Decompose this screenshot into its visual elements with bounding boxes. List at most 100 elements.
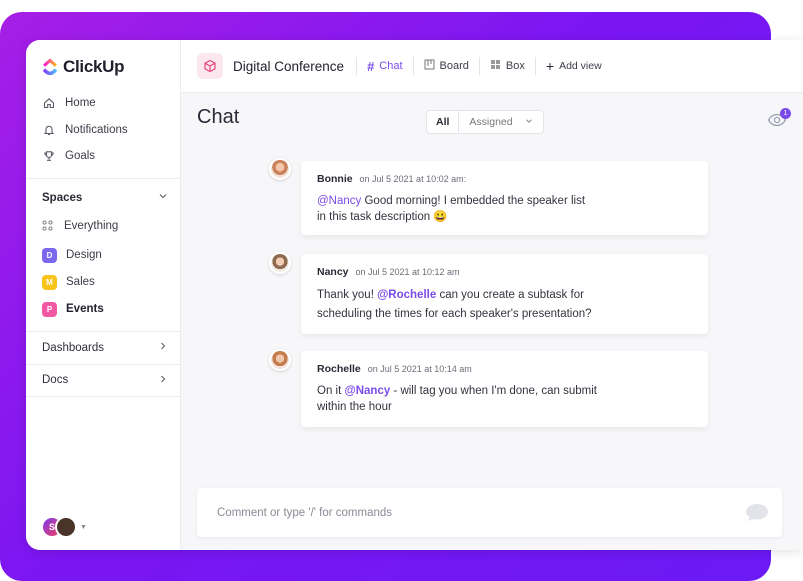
plus-icon: + <box>545 58 555 74</box>
chevron-right-icon <box>158 341 168 354</box>
sidebar-item-events[interactable]: P Events <box>26 296 180 323</box>
tab-label: Chat <box>379 60 403 72</box>
clickup-logo-icon <box>42 58 58 76</box>
chat-message: Bonnie on Jul 5 2021 at 10:02 am: @Nancy… <box>301 161 708 235</box>
space-label: Design <box>66 249 102 261</box>
board-icon <box>424 59 435 73</box>
chat-filter: All Assigned <box>426 110 544 134</box>
tab-box[interactable]: Box <box>490 59 525 73</box>
filter-assigned[interactable]: Assigned <box>459 111 542 133</box>
message-text: within the hour <box>317 401 392 413</box>
sidebar-item-dashboards[interactable]: Dashboards <box>26 330 180 364</box>
tab-label: Box <box>505 60 525 72</box>
tab-chat[interactable]: # Chat <box>367 59 402 74</box>
bell-icon <box>42 123 55 136</box>
filter-all[interactable]: All <box>427 111 460 133</box>
message-text: scheduling the times for each speaker's … <box>317 308 592 320</box>
sidebar-item-sales[interactable]: M Sales <box>26 269 180 296</box>
sidebar-item-label: Goals <box>65 150 96 163</box>
filter-assigned-label: Assigned <box>469 116 513 128</box>
caret-down-icon: ▼ <box>80 523 87 531</box>
avatar <box>269 252 291 274</box>
comment-input[interactable]: Comment or type '/' for commands <box>197 488 782 537</box>
message-text: in this task description 😀 <box>317 211 448 223</box>
box-icon <box>490 59 501 73</box>
space-badge-sales: M <box>42 274 57 290</box>
app-window: ClickUp Home Notifications Goals Spaces … <box>26 40 803 550</box>
sidebar-item-label: Home <box>65 97 96 110</box>
message-header: Nancy on Jul 5 2021 at 10:12 am <box>317 266 692 278</box>
dashboards-label: Dashboards <box>42 341 105 354</box>
timestamp: on Jul 5 2021 at 10:02 am: <box>359 174 467 184</box>
author-name[interactable]: Bonnie <box>317 173 353 185</box>
message-text: Thank you! <box>317 289 378 301</box>
avatar <box>269 158 291 180</box>
sidebar-divider <box>26 177 180 179</box>
main-panel: Digital Conference # Chat Board Box + Ad… <box>181 40 803 550</box>
author-name[interactable]: Rochelle <box>317 363 361 375</box>
chevron-down-icon <box>525 116 533 128</box>
sidebar-item-home[interactable]: Home <box>26 90 180 117</box>
mention[interactable]: @Nancy <box>344 385 390 397</box>
logo[interactable]: ClickUp <box>41 54 180 80</box>
cube-icon <box>197 53 223 79</box>
space-badge-events: P <box>42 301 57 317</box>
message-body: On it @Nancy - will tag you when I'm don… <box>317 383 692 415</box>
message-text: Good morning! I embedded the speaker lis… <box>361 195 586 207</box>
user-menu[interactable]: S ▼ <box>41 516 87 538</box>
sidebar-item-goals[interactable]: Goals <box>26 143 180 170</box>
mention[interactable]: @Nancy <box>317 195 361 207</box>
divider <box>534 57 536 75</box>
avatar <box>269 349 291 371</box>
timestamp: on Jul 5 2021 at 10:14 am <box>367 364 472 374</box>
sidebar-nav: Home Notifications Goals <box>26 90 180 170</box>
sidebar-item-notifications[interactable]: Notifications <box>26 117 180 144</box>
app-name: ClickUp <box>63 57 125 76</box>
hash-icon: # <box>367 58 375 74</box>
add-view-button[interactable]: + Add view <box>546 58 602 74</box>
watchers-count-badge: 1 <box>780 108 791 119</box>
sidebar-item-everything[interactable]: Everything <box>26 213 180 240</box>
topbar: Digital Conference # Chat Board Box + Ad… <box>181 40 803 93</box>
sidebar-item-label: Notifications <box>65 123 128 136</box>
timestamp: on Jul 5 2021 at 10:12 am <box>355 267 460 277</box>
chat-message: Nancy on Jul 5 2021 at 10:12 am Thank yo… <box>301 254 708 334</box>
tab-board[interactable]: Board <box>424 59 469 73</box>
trophy-icon <box>42 150 55 163</box>
divider <box>356 57 358 75</box>
everything-label: Everything <box>64 220 119 232</box>
message-header: Bonnie on Jul 5 2021 at 10:02 am: <box>317 173 692 185</box>
home-icon <box>42 97 55 110</box>
grid-dots-icon <box>42 219 55 233</box>
tab-label: Board <box>439 60 469 72</box>
space-label: Events <box>66 303 104 315</box>
chat-message: Rochelle on Jul 5 2021 at 10:14 am On it… <box>301 351 708 427</box>
message-header: Rochelle on Jul 5 2021 at 10:14 am <box>317 363 692 375</box>
add-view-label: Add view <box>559 60 602 72</box>
project-title: Digital Conference <box>233 58 345 74</box>
divider <box>478 57 480 75</box>
message-body: @Nancy Good morning! I embedded the spea… <box>317 193 692 225</box>
comment-placeholder: Comment or type '/' for commands <box>217 506 393 519</box>
chat-bubble-icon[interactable] <box>744 502 770 522</box>
sidebar: ClickUp Home Notifications Goals Spaces … <box>26 40 181 550</box>
spaces-label: Spaces <box>42 191 83 204</box>
space-label: Sales <box>66 276 95 288</box>
sidebar-item-design[interactable]: D Design <box>26 242 180 269</box>
avatar-photo <box>55 516 77 538</box>
message-body: Thank you! @Rochelle can you create a su… <box>317 286 692 324</box>
docs-label: Docs <box>42 374 69 386</box>
message-text: can you create a subtask for <box>436 289 584 301</box>
message-text: - will tag you when I'm done, can submit <box>390 385 597 397</box>
watchers-button[interactable]: 1 <box>767 108 791 130</box>
chevron-right-icon <box>158 374 168 387</box>
space-badge-design: D <box>42 247 57 263</box>
message-text: On it <box>317 385 345 397</box>
spaces-header[interactable]: Spaces <box>26 183 180 213</box>
chevron-down-icon[interactable] <box>158 191 168 204</box>
author-name[interactable]: Nancy <box>317 266 349 278</box>
sidebar-item-docs[interactable]: Docs <box>26 363 180 397</box>
divider <box>412 57 414 75</box>
page-title: Chat <box>197 106 240 128</box>
mention[interactable]: @Rochelle <box>377 289 436 301</box>
